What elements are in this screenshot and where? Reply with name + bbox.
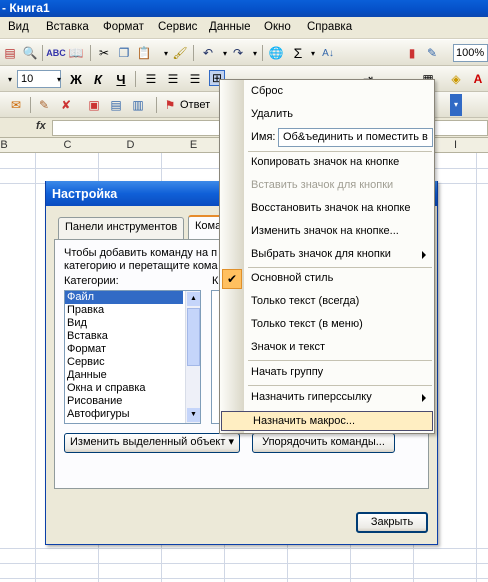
chart-wizard-icon[interactable]: ▮ xyxy=(404,45,420,61)
bold-button[interactable]: Ж xyxy=(68,71,84,87)
undo-icon[interactable]: ↶ xyxy=(200,45,216,61)
menu-text-only-always[interactable]: Только текст (всегда) xyxy=(220,291,434,312)
menu-paste-icon: Вставить значок для кнопки xyxy=(251,179,394,191)
description-line2: категорию и перетащите кома xyxy=(64,260,218,272)
redo-icon[interactable]: ↷ xyxy=(230,45,246,61)
align-right-icon[interactable]: ☰ xyxy=(187,71,203,87)
menu-text-only-menu[interactable]: Только текст (в меню) xyxy=(220,314,434,335)
modify-selection-button[interactable]: Изменить выделенный объект ▾ xyxy=(64,433,240,453)
window-title: - Книга1 xyxy=(0,0,488,17)
fx-icon[interactable]: fx xyxy=(36,120,46,132)
list-item[interactable]: Автофигуры xyxy=(65,408,200,421)
cut-icon[interactable]: ✂ xyxy=(96,45,112,61)
list-item[interactable]: Правка xyxy=(65,304,200,317)
menu-bar: Вид Вставка Формат Сервис Данные Окно Сп… xyxy=(0,17,488,39)
format-painter-icon[interactable]: 🖌 xyxy=(172,45,188,61)
italic-button[interactable]: К xyxy=(90,71,106,87)
categories-label: Категории: xyxy=(64,275,119,287)
drawing-icon[interactable]: ✎ xyxy=(424,45,440,61)
list-item[interactable]: Данные xyxy=(65,369,200,382)
menu-begin-group[interactable]: Начать группу xyxy=(220,362,434,383)
autosum-dropdown-icon[interactable]: ▾ xyxy=(305,45,321,61)
autosum-icon[interactable]: Σ xyxy=(290,45,306,61)
delete-comment-icon[interactable]: ✘ xyxy=(58,97,74,113)
menu-assign-macro[interactable]: Назначить макрос... xyxy=(221,411,433,431)
scroll-up-icon[interactable]: ▲ xyxy=(187,292,200,306)
scroll-thumb[interactable] xyxy=(187,308,200,366)
protect-icon[interactable]: ▤ xyxy=(108,97,124,113)
submenu-arrow-icon xyxy=(422,394,426,402)
rearrange-commands-button[interactable]: Упорядочить команды... xyxy=(252,433,395,453)
col-e[interactable]: E xyxy=(166,139,221,151)
menu-window[interactable]: Окно xyxy=(264,21,291,33)
font-color-icon[interactable]: A xyxy=(470,71,486,87)
hyperlink-icon[interactable]: 🌐 xyxy=(268,45,284,61)
menu-copy-icon[interactable]: Копировать значок на кнопке xyxy=(220,152,434,173)
menu-view[interactable]: Вид xyxy=(8,21,29,33)
list-item[interactable]: Вставка xyxy=(65,330,200,343)
categories-scrollbar[interactable]: ▲ ▼ xyxy=(185,291,200,423)
close-button[interactable]: Закрыть xyxy=(356,512,428,533)
font-dropdown-icon[interactable]: ▾ xyxy=(2,71,18,87)
underline-button[interactable]: Ч xyxy=(113,71,129,87)
paste-icon[interactable]: 📋 xyxy=(136,45,152,61)
print-icon[interactable]: ▤ xyxy=(2,45,18,61)
commands-label: К xyxy=(212,275,219,287)
hyperlink-label: Назначить гиперссылку xyxy=(251,391,372,403)
track-changes-icon[interactable]: ▣ xyxy=(86,97,102,113)
list-item[interactable]: Рисование xyxy=(65,395,200,408)
menu-assign-hyperlink[interactable]: Назначить гиперссылку xyxy=(220,387,434,408)
redo-dropdown-icon[interactable]: ▾ xyxy=(247,45,263,61)
toolbar-options-icon[interactable]: ▾ xyxy=(450,94,462,116)
col-c[interactable]: C xyxy=(40,139,95,151)
zoom-box[interactable]: 100% xyxy=(453,44,488,62)
menu-default-style[interactable]: Основной стиль xyxy=(220,268,434,289)
menu-choose-icon[interactable]: Выбрать значок для кнопки xyxy=(220,244,434,265)
standard-toolbar: ▤ 🔍 ABC 📖 ✂ ❐ 📋 ▾ 🖌 ↶ ▾ ↷ ▾ 🌐 Σ ▾ A↓ ▮ ✎… xyxy=(0,40,488,66)
menu-delete[interactable]: Удалить xyxy=(220,104,434,125)
menu-format[interactable]: Формат xyxy=(103,21,144,33)
font-size-dropdown-icon[interactable]: ▾ xyxy=(51,71,67,87)
sort-asc-icon[interactable]: A↓ xyxy=(320,45,336,61)
commands-list[interactable] xyxy=(211,290,219,424)
new-comment-icon[interactable]: ✉ xyxy=(8,97,24,113)
research-icon[interactable]: 📖 xyxy=(68,45,84,61)
save-review-icon[interactable]: ▥ xyxy=(130,97,146,113)
tab-toolbars[interactable]: Панели инструментов xyxy=(58,217,185,239)
menu-data[interactable]: Данные xyxy=(209,21,251,33)
list-item[interactable]: Сервис xyxy=(65,356,200,369)
choose-icon-label: Выбрать значок для кнопки xyxy=(251,248,391,260)
button-context-menu: Сброс Удалить Имя: Об&ъединить и помести… xyxy=(219,79,435,434)
fill-color-icon[interactable]: ◈ xyxy=(448,71,464,87)
col-d[interactable]: D xyxy=(103,139,158,151)
name-label: Имя: xyxy=(251,131,276,143)
reply-label[interactable]: Ответ xyxy=(180,99,210,111)
reply-icon[interactable]: ⚑ xyxy=(162,97,178,113)
list-item[interactable]: Окна и справка xyxy=(65,382,200,395)
spelling-icon[interactable]: ABC xyxy=(46,45,66,61)
col-b[interactable]: B xyxy=(0,139,8,151)
menu-tools[interactable]: Сервис xyxy=(158,21,197,33)
menu-help[interactable]: Справка xyxy=(307,21,352,33)
list-item[interactable]: Вид xyxy=(65,317,200,330)
menu-edit-icon[interactable]: Изменить значок на кнопке... xyxy=(220,221,434,242)
scroll-down-icon[interactable]: ▼ xyxy=(187,408,200,422)
menu-reset[interactable]: Сброс xyxy=(220,81,434,102)
edit-comment-icon[interactable]: ✎ xyxy=(36,97,52,113)
description-line1: Чтобы добавить команду на п xyxy=(64,247,218,259)
submenu-arrow-icon xyxy=(422,251,426,259)
align-left-icon[interactable]: ☰ xyxy=(143,71,159,87)
align-center-icon[interactable]: ☰ xyxy=(165,71,181,87)
categories-list[interactable]: Файл Правка Вид Вставка Формат Сервис Да… xyxy=(64,290,201,424)
menu-insert[interactable]: Вставка xyxy=(46,21,89,33)
name-field[interactable]: Об&ъединить и поместить в xyxy=(278,128,433,147)
col-i[interactable]: I xyxy=(428,139,483,151)
list-item[interactable]: Формат xyxy=(65,343,200,356)
copy-icon[interactable]: ❐ xyxy=(116,45,132,61)
menu-icon-and-text[interactable]: Значок и текст xyxy=(220,337,434,358)
print-preview-icon[interactable]: 🔍 xyxy=(22,45,38,61)
menu-restore-icon[interactable]: Восстановить значок на кнопке xyxy=(220,198,434,219)
list-item[interactable]: Файл xyxy=(65,291,183,304)
